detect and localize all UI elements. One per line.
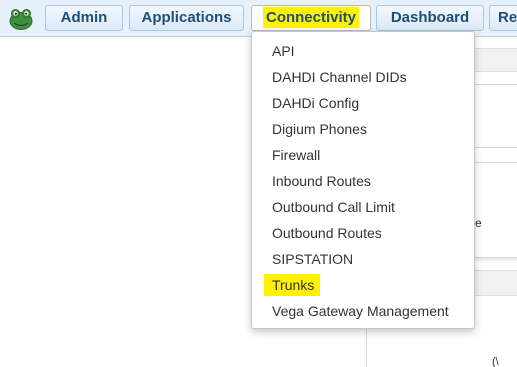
nav-applications-button[interactable]: Applications (129, 5, 244, 31)
menu-item-label: DAHDi Config (272, 95, 360, 111)
background-panel-2 (470, 162, 517, 258)
nav-dashboard-label: Dashboard (390, 9, 470, 26)
background-section-strip (470, 270, 517, 296)
nav-reports-button[interactable]: Re (489, 5, 517, 31)
menu-item-digium-phones[interactable]: Digium Phones (252, 116, 474, 142)
nav-admin-label: Admin (60, 9, 108, 26)
menu-item-dahdi-channel-dids[interactable]: DAHDI Channel DIDs (252, 64, 474, 90)
menu-item-label: Vega Gateway Management (272, 303, 449, 319)
background-text-fragment-bottom: (\ (492, 356, 499, 367)
menu-item-vega-gateway-management[interactable]: Vega Gateway Management (252, 298, 474, 324)
menu-item-inbound-routes[interactable]: Inbound Routes (252, 168, 474, 194)
background-header-strip (470, 48, 517, 72)
menu-item-trunks[interactable]: Trunks (252, 272, 474, 298)
menu-item-label: Digium Phones (272, 121, 367, 137)
frog-logo-icon[interactable] (8, 7, 34, 31)
nav-applications-label: Applications (141, 9, 232, 26)
menu-item-dahdi-config[interactable]: DAHDi Config (252, 90, 474, 116)
menu-item-label: API (272, 43, 295, 59)
menu-item-sipstation[interactable]: SIPSTATION (252, 246, 474, 272)
nav-dashboard-button[interactable]: Dashboard (376, 5, 484, 31)
menu-item-label: Trunks (264, 274, 321, 296)
nav-connectivity-button[interactable]: Connectivity (251, 5, 371, 31)
menu-item-firewall[interactable]: Firewall (252, 142, 474, 168)
background-panel-1 (470, 84, 517, 148)
nav-admin-button[interactable]: Admin (45, 5, 123, 31)
menu-item-label: Outbound Call Limit (272, 199, 395, 215)
menu-item-label: Inbound Routes (272, 173, 371, 189)
menu-item-label: DAHDI Channel DIDs (272, 69, 407, 85)
nav-connectivity-label: Connectivity (262, 7, 359, 28)
menu-item-outbound-call-limit[interactable]: Outbound Call Limit (252, 194, 474, 220)
menu-item-label: SIPSTATION (272, 251, 354, 267)
background-divider (366, 328, 367, 367)
menu-item-label: Firewall (272, 147, 321, 163)
menu-item-label: Outbound Routes (272, 225, 382, 241)
nav-reports-label: Re (498, 9, 517, 26)
page: e (\ Admin Applications Connectivity Das… (0, 0, 517, 367)
connectivity-dropdown-menu: API DAHDI Channel DIDs DAHDi Config Digi… (251, 31, 475, 329)
menu-item-outbound-routes[interactable]: Outbound Routes (252, 220, 474, 246)
menu-item-api[interactable]: API (252, 38, 474, 64)
background-text-fragment: e (475, 216, 482, 230)
